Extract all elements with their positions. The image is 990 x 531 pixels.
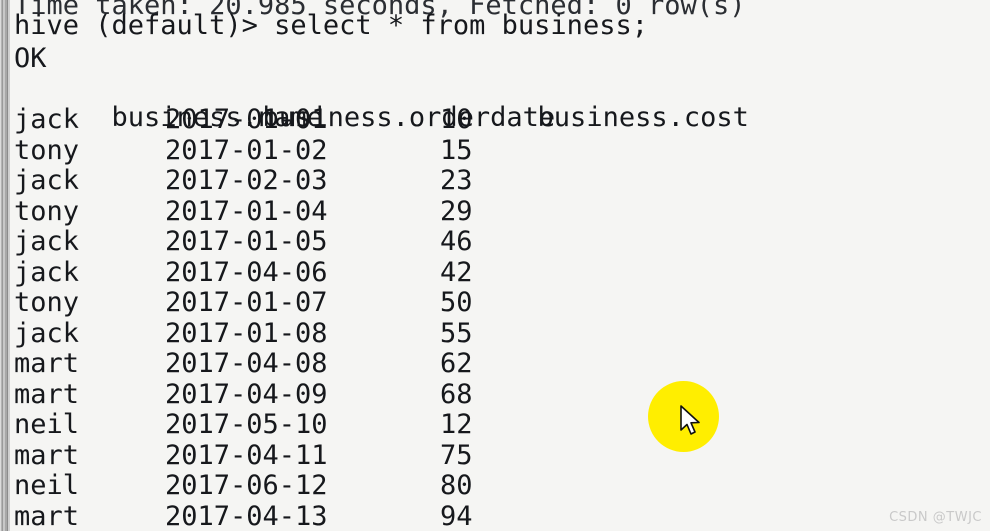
result-row: jack 2017-02-03 23: [14, 166, 473, 196]
result-cell-orderdate: 2017-04-11: [165, 439, 328, 471]
terminal-output[interactable]: Time taken: 20.985 seconds, Fetched: 0 r…: [0, 0, 990, 531]
result-cell-cost: 46: [440, 226, 473, 257]
result-cell-cost: 94: [440, 500, 473, 531]
result-row: neil 2017-05-10 12: [14, 410, 473, 440]
result-cell-cost: 10: [440, 104, 473, 135]
result-cell-orderdate: 2017-06-12: [165, 470, 328, 501]
result-cell-name: neil: [14, 409, 80, 440]
result-row: jack 2017-01-05 46: [14, 227, 473, 257]
result-cell-orderdate: 2017-04-13: [165, 500, 328, 531]
result-cell-name: jack: [14, 226, 80, 257]
result-cell-orderdate: 2017-01-04: [165, 195, 328, 227]
result-cell-orderdate: 2017-01-05: [165, 226, 328, 257]
result-row: neil 2017-06-12 80: [14, 471, 473, 501]
result-cell-name: jack: [14, 104, 80, 135]
result-cell-orderdate: 2017-01-02: [165, 134, 328, 166]
result-cell-name: tony: [14, 287, 80, 318]
result-cell-name: mart: [14, 439, 80, 471]
result-cell-orderdate: 2017-04-09: [165, 378, 328, 410]
result-cell-orderdate: 2017-05-10: [165, 409, 328, 440]
result-cell-orderdate: 2017-02-03: [165, 165, 328, 196]
mouse-cursor-icon: [680, 405, 702, 439]
terminal-line-prompt-query: hive (default)> select * from business;: [14, 10, 648, 41]
vertical-scrollbar[interactable]: [0, 0, 11, 531]
result-cell-cost: 15: [440, 134, 473, 166]
result-cell-cost: 23: [440, 165, 473, 196]
terminal-line-status-ok: OK: [14, 43, 47, 74]
result-cell-name: jack: [14, 165, 80, 196]
result-cell-name: jack: [14, 256, 80, 288]
result-cell-orderdate: 2017-01-08: [165, 317, 328, 349]
result-row: mart 2017-04-13 94: [14, 500, 473, 531]
result-cell-name: mart: [14, 348, 80, 379]
result-cell-cost: 62: [440, 348, 473, 379]
result-row: mart 2017-04-11 75: [14, 439, 473, 471]
result-cell-cost: 75: [440, 439, 473, 471]
result-cell-name: mart: [14, 378, 80, 410]
result-cell-name: tony: [14, 134, 80, 166]
result-cell-cost: 55: [440, 317, 473, 349]
result-cell-orderdate: 2017-04-06: [165, 256, 328, 288]
result-cell-orderdate: 2017-01-01: [165, 104, 328, 135]
result-cell-orderdate: 2017-04-08: [165, 348, 328, 379]
result-cell-cost: 80: [440, 470, 473, 501]
result-cell-cost: 29: [440, 195, 473, 227]
result-row: jack 2017-01-01 10: [14, 105, 473, 135]
result-row: jack 2017-04-06 42: [14, 256, 473, 288]
result-cell-cost: 12: [440, 409, 473, 440]
terminal-screen: Time taken: 20.985 seconds, Fetched: 0 r…: [0, 0, 990, 531]
result-row: mart 2017-04-09 68: [14, 378, 473, 410]
result-cell-cost: 42: [440, 256, 473, 288]
result-cell-name: jack: [14, 317, 80, 349]
result-row: tony 2017-01-04 29: [14, 195, 473, 227]
result-cell-name: neil: [14, 470, 80, 501]
result-row: tony 2017-01-07 50: [14, 288, 473, 318]
result-row: jack 2017-01-08 55: [14, 317, 473, 349]
result-row: tony 2017-01-02 15: [14, 134, 473, 166]
result-cell-name: mart: [14, 500, 80, 531]
watermark-text: CSDN @TWJC: [889, 510, 982, 525]
result-header-cost: business.cost: [537, 102, 749, 133]
result-cell-name: tony: [14, 195, 80, 227]
result-row: mart 2017-04-08 62: [14, 349, 473, 379]
result-cell-cost: 68: [440, 378, 473, 410]
result-cell-cost: 50: [440, 287, 473, 318]
result-cell-orderdate: 2017-01-07: [165, 287, 328, 318]
